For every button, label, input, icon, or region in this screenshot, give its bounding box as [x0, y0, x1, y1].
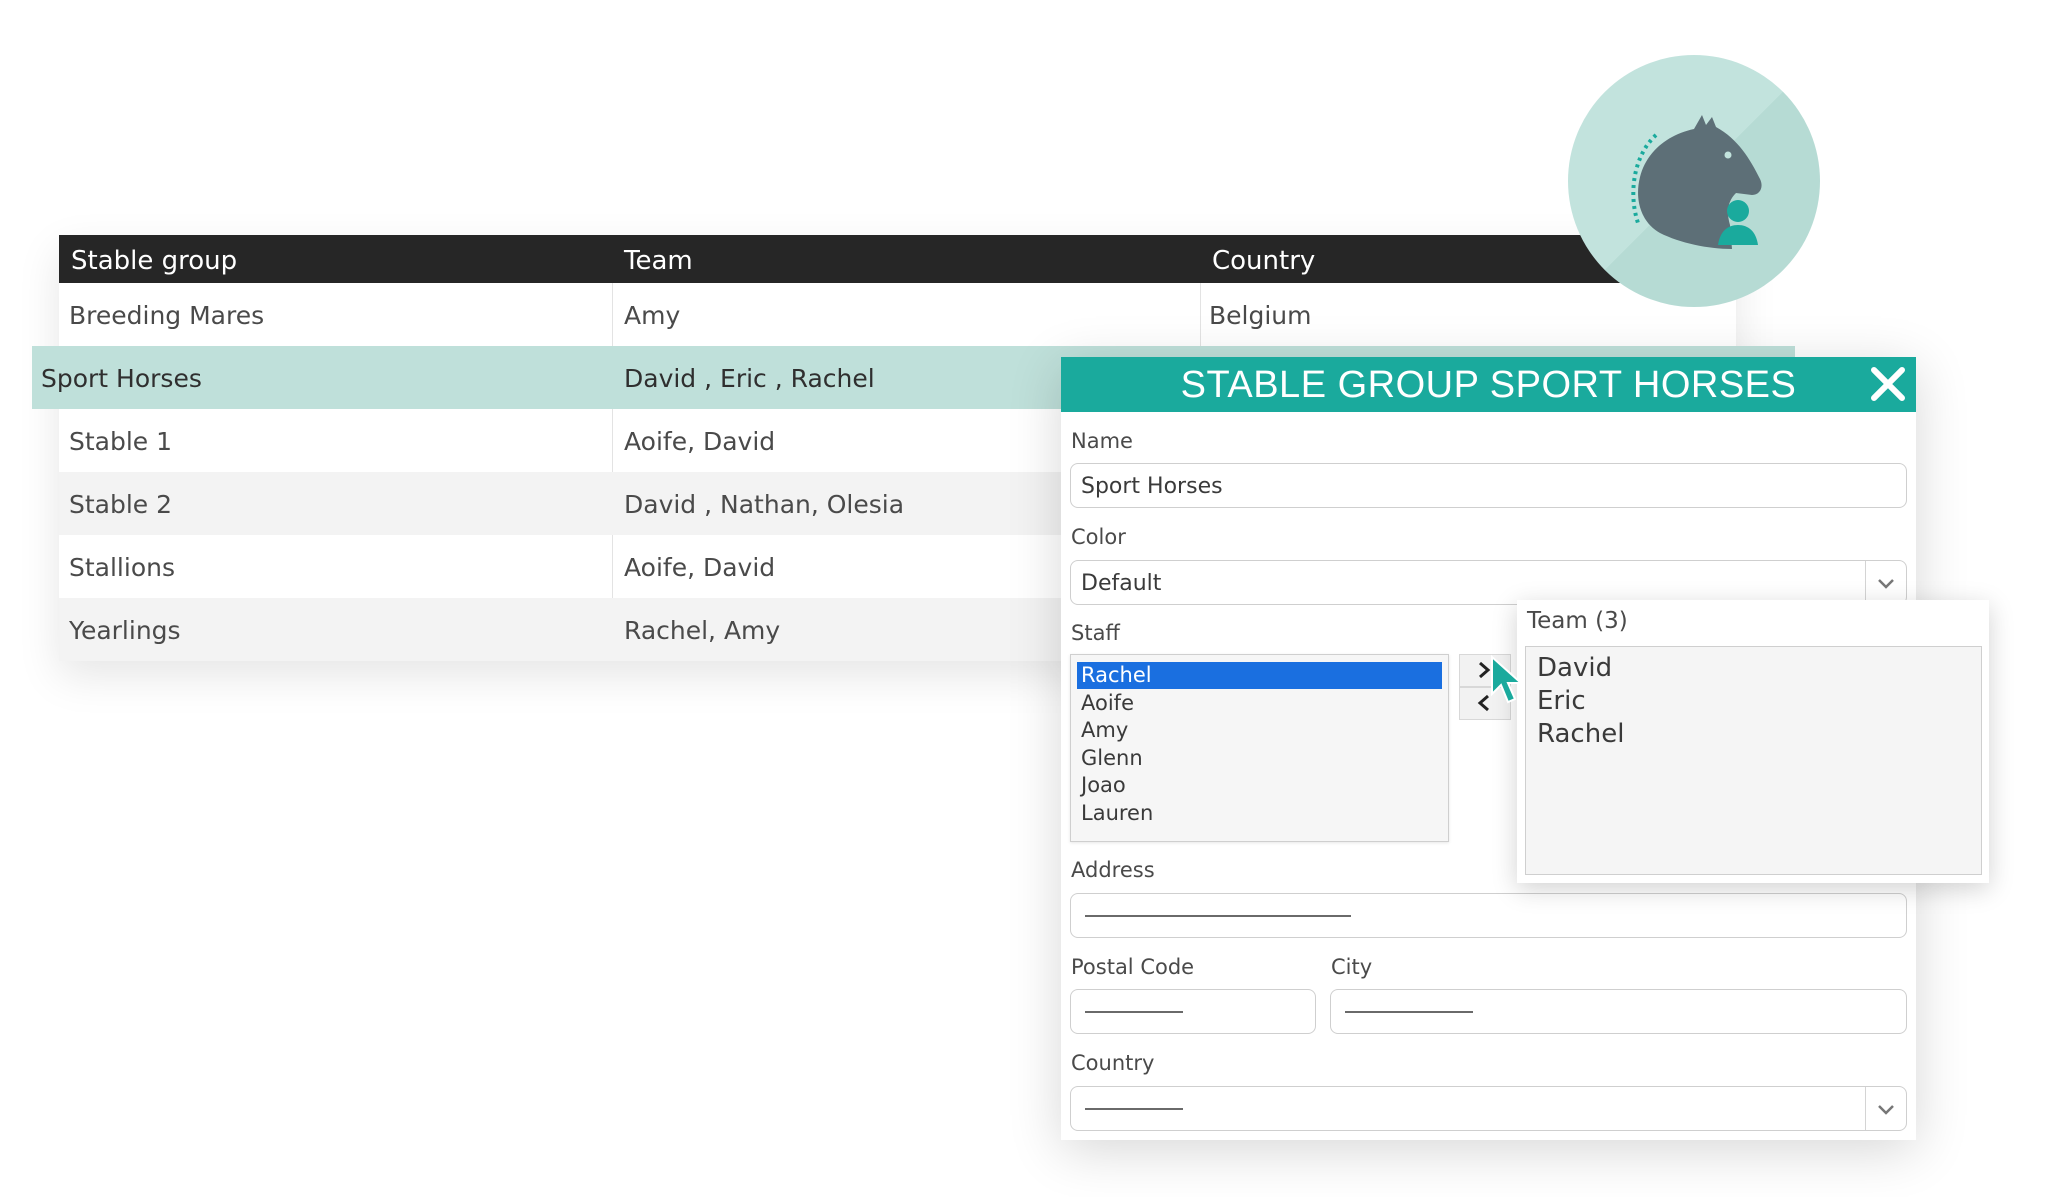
- team-member[interactable]: Rachel: [1537, 719, 1624, 749]
- color-select[interactable]: Default: [1070, 560, 1907, 605]
- color-label: Color: [1071, 525, 1126, 549]
- team-member[interactable]: David: [1537, 653, 1612, 683]
- name-label: Name: [1071, 429, 1133, 453]
- cell-stable-group: Stallions: [69, 553, 175, 582]
- horse-head-with-person-logo: [1568, 55, 1820, 307]
- color-select-value: Default: [1081, 571, 1162, 596]
- country-label: Country: [1071, 1051, 1155, 1075]
- table-header: Stable group Team Country: [59, 235, 1736, 283]
- close-icon[interactable]: [1868, 364, 1908, 404]
- staff-option[interactable]: Glenn: [1077, 745, 1442, 772]
- horse-head-icon: [1631, 115, 1762, 249]
- team-listbox[interactable]: David Eric Rachel: [1525, 646, 1982, 875]
- staff-option[interactable]: Lauren: [1077, 800, 1442, 827]
- column-header-stable-group[interactable]: Stable group: [71, 246, 237, 276]
- cell-stable-group: Stable 1: [69, 427, 173, 456]
- city-label: City: [1331, 955, 1373, 979]
- chevron-down-icon[interactable]: [1865, 561, 1906, 604]
- team-title: Team (3): [1527, 608, 1628, 634]
- city-input[interactable]: [1330, 989, 1907, 1034]
- dialog-header: STABLE GROUP SPORT HORSES: [1061, 357, 1916, 412]
- table-row[interactable]: Breeding Mares Amy Belgium: [59, 283, 1736, 346]
- cell-team: David , Nathan, Olesia: [624, 490, 905, 519]
- empty-value-placeholder: [1085, 1011, 1183, 1013]
- country-select[interactable]: [1070, 1086, 1907, 1131]
- staff-option[interactable]: Joao: [1077, 772, 1442, 799]
- team-member[interactable]: Eric: [1537, 686, 1586, 716]
- empty-value-placeholder: [1085, 915, 1351, 917]
- staff-label: Staff: [1071, 621, 1120, 645]
- cell-stable-group: Stable 2: [69, 490, 173, 519]
- cell-country: Belgium: [1209, 301, 1312, 330]
- empty-value-placeholder: [1345, 1011, 1473, 1013]
- address-input[interactable]: [1070, 893, 1907, 938]
- address-label: Address: [1071, 858, 1155, 882]
- empty-value-placeholder: [1085, 1108, 1183, 1110]
- cell-stable-group: Breeding Mares: [69, 301, 265, 330]
- cell-team: Amy: [624, 301, 681, 330]
- column-header-country[interactable]: Country: [1212, 246, 1315, 276]
- staff-option[interactable]: Amy: [1077, 717, 1442, 744]
- cell-stable-group: Sport Horses: [41, 364, 202, 393]
- cell-team: David , Eric , Rachel: [624, 364, 875, 393]
- dialog-title: STABLE GROUP SPORT HORSES: [1180, 364, 1797, 406]
- cell-team: Rachel, Amy: [624, 616, 781, 645]
- postal-code-label: Postal Code: [1071, 955, 1195, 979]
- team-panel: Team (3) David Eric Rachel: [1517, 600, 1989, 883]
- cell-team: Aoife, David: [624, 553, 776, 582]
- cell-stable-group: Yearlings: [69, 616, 181, 645]
- staff-listbox[interactable]: Rachel Aoife Amy Glenn Joao Lauren: [1070, 654, 1449, 842]
- column-header-team[interactable]: Team: [624, 246, 693, 276]
- mouse-pointer-icon: [1489, 654, 1529, 710]
- staff-option[interactable]: Aoife: [1077, 690, 1442, 717]
- postal-code-input[interactable]: [1070, 989, 1316, 1034]
- name-input-value: Sport Horses: [1081, 474, 1223, 499]
- cell-team: Aoife, David: [624, 427, 776, 456]
- name-input[interactable]: Sport Horses: [1070, 463, 1907, 508]
- staff-option-selected[interactable]: Rachel: [1077, 662, 1442, 689]
- chevron-down-icon[interactable]: [1865, 1087, 1906, 1130]
